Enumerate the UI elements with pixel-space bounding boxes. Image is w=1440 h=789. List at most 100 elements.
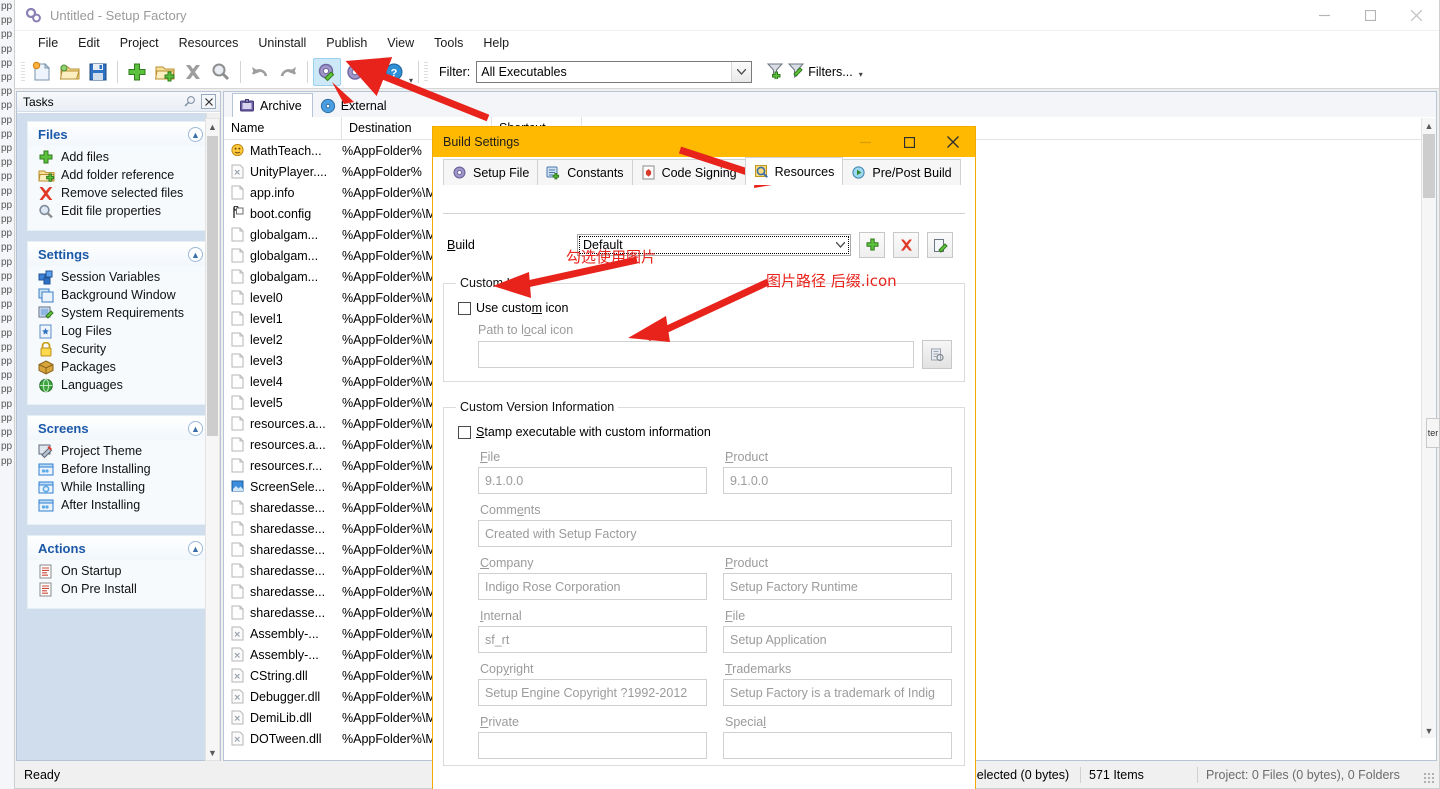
tab-resources[interactable]: Resources xyxy=(744,157,844,185)
task-item-on-pre-install[interactable]: On Pre Install xyxy=(38,582,205,597)
menu-item-help[interactable]: Help xyxy=(473,34,519,52)
task-item-packages[interactable]: Packages xyxy=(38,360,205,375)
field-input[interactable]: 9.1.0.0 xyxy=(723,467,952,494)
tab-archive[interactable]: Archive xyxy=(232,93,313,117)
toolbar-grip[interactable] xyxy=(21,60,25,83)
menu-item-publish[interactable]: Publish xyxy=(316,34,377,52)
field-input[interactable] xyxy=(723,732,952,759)
scroll-down-icon[interactable]: ▼ xyxy=(1422,723,1436,738)
edit-filter-icon[interactable] xyxy=(787,61,805,82)
task-item-before-installing[interactable]: Before Installing xyxy=(38,462,205,477)
tab-pre-post-build[interactable]: Pre/Post Build xyxy=(842,159,961,185)
save-project-icon[interactable] xyxy=(84,58,112,86)
task-group-header[interactable]: Actions ▲ xyxy=(28,536,211,560)
scroll-down-icon[interactable]: ▼ xyxy=(206,745,219,760)
field-input[interactable] xyxy=(478,732,707,759)
scroll-thumb[interactable] xyxy=(207,136,218,436)
chevron-up-icon[interactable]: ▲ xyxy=(188,541,203,556)
resize-grip-icon[interactable] xyxy=(1423,772,1435,784)
scroll-up-icon[interactable]: ▲ xyxy=(1422,118,1436,133)
task-item-log-files[interactable]: Log Files xyxy=(38,324,205,339)
field-input[interactable]: Setup Application xyxy=(723,626,952,653)
menu-item-view[interactable]: View xyxy=(377,34,424,52)
build-icon[interactable] xyxy=(341,58,369,86)
add-build-icon[interactable] xyxy=(859,232,885,258)
archive-list-scrollbar[interactable]: ▲ ▼ xyxy=(205,118,220,761)
help-icon[interactable]: ? xyxy=(380,58,408,86)
pin-icon[interactable] xyxy=(183,94,198,109)
filter-toolbar-grip[interactable] xyxy=(424,60,429,83)
collapsed-pane-tab[interactable]: ter xyxy=(1426,418,1440,448)
build-settings-icon[interactable] xyxy=(313,57,341,86)
scroll-thumb[interactable] xyxy=(1423,134,1435,198)
menu-item-project[interactable]: Project xyxy=(110,34,169,52)
task-item-session-variables[interactable]: Session Variables xyxy=(38,270,205,285)
edit-build-icon[interactable] xyxy=(927,232,953,258)
field-input[interactable]: Setup Factory is a trademark of Indig xyxy=(723,679,952,706)
stamp-executable-row[interactable]: Stamp executable with custom information xyxy=(458,425,952,439)
dialog-minimize-button[interactable] xyxy=(843,127,887,157)
task-item-edit-file-properties[interactable]: Edit file properties xyxy=(38,204,205,219)
task-item-on-startup[interactable]: On Startup xyxy=(38,564,205,579)
find-icon[interactable] xyxy=(207,58,235,86)
icon-path-input[interactable] xyxy=(478,341,914,368)
menu-item-file[interactable]: File xyxy=(28,34,68,52)
chevron-down-icon[interactable] xyxy=(831,236,849,254)
task-item-languages[interactable]: Languages xyxy=(38,378,205,393)
field-input[interactable]: Indigo Rose Corporation xyxy=(478,573,707,600)
new-project-icon[interactable] xyxy=(28,58,56,86)
add-folder-icon[interactable] xyxy=(151,58,179,86)
add-files-icon[interactable] xyxy=(123,58,151,86)
task-item-project-theme[interactable]: Project Theme xyxy=(38,444,205,459)
tab-constants[interactable]: Constants xyxy=(537,159,633,185)
menu-item-edit[interactable]: Edit xyxy=(68,34,110,52)
task-group-header[interactable]: Settings ▲ xyxy=(28,242,211,266)
menu-item-uninstall[interactable]: Uninstall xyxy=(248,34,316,52)
task-item-background-window[interactable]: Background Window xyxy=(38,288,205,303)
delete-build-icon[interactable] xyxy=(893,232,919,258)
tab-setup-file[interactable]: Setup File xyxy=(443,159,539,185)
field-input[interactable]: Setup Factory Runtime xyxy=(723,573,952,600)
open-project-icon[interactable] xyxy=(56,58,84,86)
stamp-executable-checkbox[interactable] xyxy=(458,425,471,439)
chevron-up-icon[interactable]: ▲ xyxy=(188,421,203,436)
task-item-add-folder-reference[interactable]: Add folder reference xyxy=(38,168,205,183)
task-item-system-requirements[interactable]: System Requirements xyxy=(38,306,205,321)
task-item-while-installing[interactable]: While Installing xyxy=(38,480,205,495)
task-item-security[interactable]: Security xyxy=(38,341,205,357)
maximize-button[interactable] xyxy=(1347,0,1393,31)
use-custom-icon-row[interactable]: Use custom icon xyxy=(458,301,952,315)
remove-files-icon[interactable] xyxy=(179,58,207,86)
task-item-add-files[interactable]: Add files xyxy=(38,150,205,165)
use-custom-icon-checkbox[interactable] xyxy=(458,301,471,315)
dialog-close-button[interactable] xyxy=(931,127,975,157)
task-item-remove-selected-files[interactable]: Remove selected files xyxy=(38,186,205,201)
filter-combobox[interactable]: All Executables xyxy=(476,60,753,83)
dialog-maximize-button[interactable] xyxy=(887,127,931,157)
task-group-header[interactable]: Files ▲ xyxy=(28,122,211,146)
tab-code-signing[interactable]: Code Signing xyxy=(631,159,746,185)
chevron-up-icon[interactable]: ▲ xyxy=(188,127,203,142)
column-header-name[interactable]: Name xyxy=(224,116,342,140)
field-input[interactable]: 9.1.0.0 xyxy=(478,467,707,494)
chevron-up-icon[interactable]: ▲ xyxy=(188,247,203,262)
menu-item-resources[interactable]: Resources xyxy=(169,34,249,52)
undo-icon[interactable] xyxy=(246,58,274,86)
field-input[interactable]: sf_rt xyxy=(478,626,707,653)
task-item-after-installing[interactable]: After Installing xyxy=(38,498,205,513)
field-input[interactable]: Setup Engine Copyright ?1992-2012 xyxy=(478,679,707,706)
field-input[interactable]: Created with Setup Factory xyxy=(478,520,952,547)
filters-overflow-icon[interactable]: ▾ xyxy=(859,70,863,79)
tab-external[interactable]: External xyxy=(313,93,398,117)
chevron-down-icon[interactable] xyxy=(731,61,752,82)
browse-icon[interactable] xyxy=(922,340,952,369)
task-group-header[interactable]: Screens ▲ xyxy=(28,416,211,440)
scroll-up-icon[interactable]: ▲ xyxy=(206,119,219,134)
minimize-button[interactable] xyxy=(1301,0,1347,31)
close-button[interactable] xyxy=(1393,0,1439,31)
add-filter-icon[interactable] xyxy=(766,61,784,82)
filters-button[interactable]: Filters... ▾ xyxy=(758,61,863,82)
toolbar-overflow-icon[interactable]: ▾ xyxy=(409,76,413,85)
close-icon[interactable] xyxy=(201,94,216,109)
redo-icon[interactable] xyxy=(274,58,302,86)
